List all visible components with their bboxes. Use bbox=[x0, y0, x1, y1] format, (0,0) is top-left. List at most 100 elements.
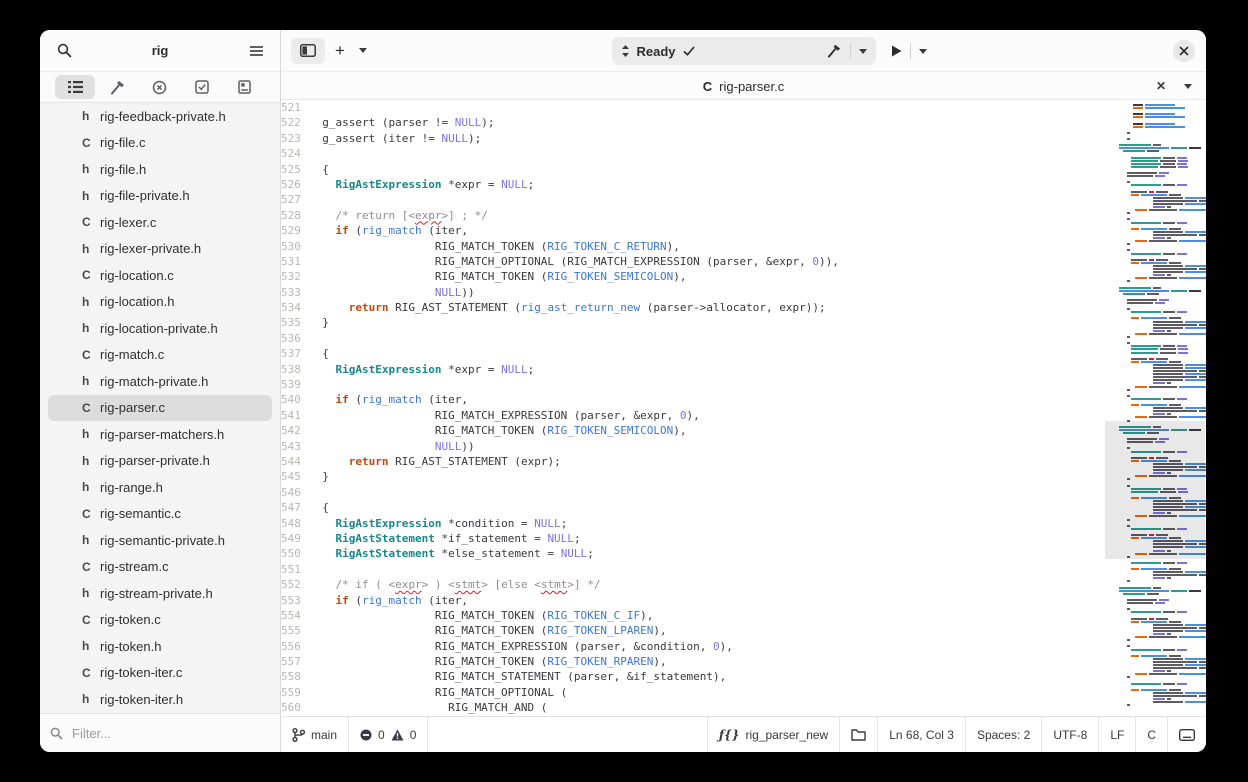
line-number: 525 bbox=[281, 162, 301, 176]
code-line: 535 } bbox=[281, 316, 329, 330]
new-tab-button[interactable]: + bbox=[329, 37, 351, 65]
line-number: 533 bbox=[281, 285, 301, 299]
line-number: 540 bbox=[281, 393, 301, 407]
diagnostics-summary[interactable]: 0 0 bbox=[349, 717, 429, 752]
run-options-caret[interactable] bbox=[919, 48, 927, 54]
cursor-position[interactable]: Ln 68, Col 3 bbox=[877, 717, 965, 752]
panel-tab-build[interactable] bbox=[98, 75, 138, 99]
line-number: 524 bbox=[281, 147, 301, 161]
tab-list-caret[interactable] bbox=[1184, 83, 1192, 89]
minimap-viewport[interactable] bbox=[1105, 421, 1205, 559]
file-item[interactable]: Crig-location.c bbox=[48, 262, 272, 289]
file-name: rig-range.h bbox=[100, 479, 163, 495]
file-item[interactable]: h rig-semantic-private.h bbox=[48, 527, 272, 554]
file-item[interactable]: h rig-location.h bbox=[48, 289, 272, 316]
code-line: 522 g_assert (parser != NULL); bbox=[281, 116, 495, 130]
file-item[interactable]: h rig-file.h bbox=[48, 156, 272, 183]
file-item[interactable]: Crig-match.c bbox=[48, 342, 272, 369]
document-icon bbox=[238, 80, 251, 94]
new-tab-caret-button[interactable] bbox=[355, 37, 371, 65]
line-number: 542 bbox=[281, 424, 301, 438]
chevron-down-icon bbox=[359, 48, 367, 53]
language-setting[interactable]: C bbox=[1135, 717, 1167, 752]
file-item[interactable]: h rig-stream-private.h bbox=[48, 580, 272, 607]
file-name: rig-semantic.c bbox=[100, 506, 181, 522]
panel-tab-tests[interactable] bbox=[182, 75, 222, 99]
code-line: 550 RigAstStatement *else_statement = NU… bbox=[281, 547, 594, 561]
line-ending-setting[interactable]: LF bbox=[1098, 717, 1135, 752]
build-button[interactable] bbox=[827, 44, 842, 58]
file-name: rig-location-private.h bbox=[100, 320, 218, 336]
current-symbol[interactable]: ƒ{} rig_parser_new bbox=[706, 717, 839, 752]
panel-tab-diagnostics[interactable] bbox=[140, 75, 180, 99]
panel-tab-documentation[interactable] bbox=[225, 75, 265, 99]
file-item[interactable]: h rig-token.h bbox=[48, 633, 272, 660]
indentation-setting[interactable]: Spaces: 2 bbox=[964, 717, 1041, 752]
search-button[interactable] bbox=[50, 37, 78, 65]
line-number: 555 bbox=[281, 624, 301, 638]
file-item[interactable]: Crig-semantic.c bbox=[48, 501, 272, 528]
code-line: 544 return RIG_AST_STATEMENT (expr); bbox=[281, 454, 561, 468]
encoding-setting[interactable]: UTF-8 bbox=[1041, 717, 1098, 752]
close-window-button[interactable] bbox=[1173, 40, 1195, 62]
tab-close-button[interactable]: ✕ bbox=[1156, 79, 1166, 93]
code-line: 529 if (rig_match (iter, bbox=[281, 224, 468, 238]
file-item[interactable]: Crig-parser.c bbox=[48, 394, 272, 421]
file-item[interactable]: Crig-lexer.c bbox=[48, 209, 272, 236]
code-line: 551 bbox=[281, 562, 1206, 577]
git-branch-indicator[interactable]: main bbox=[281, 717, 350, 752]
file-name: rig-location.h bbox=[100, 294, 175, 310]
file-item[interactable]: h rig-location-private.h bbox=[48, 315, 272, 342]
code-line: 556 RIG_MATCH_EXPRESSION (parser, &condi… bbox=[281, 639, 733, 653]
file-item[interactable]: h rig-match-private.h bbox=[48, 368, 272, 395]
file-item[interactable]: h rig-range.h bbox=[48, 474, 272, 501]
code-line: 526 RigAstExpression *expr = NULL; bbox=[281, 177, 535, 191]
code-line: 546 bbox=[281, 485, 1206, 500]
code-line: 523 g_assert (iter != NULL); bbox=[281, 131, 482, 145]
panel-tab-project-tree[interactable] bbox=[55, 75, 96, 99]
file-name: rig-location.c bbox=[100, 267, 174, 283]
menu-button[interactable] bbox=[242, 37, 270, 65]
file-name: rig-stream.c bbox=[100, 559, 169, 575]
keyboard-settings-button[interactable] bbox=[1167, 717, 1206, 752]
line-number: 539 bbox=[281, 378, 301, 392]
function-icon: ƒ{} bbox=[718, 727, 740, 742]
divider bbox=[849, 43, 851, 59]
code-editor[interactable]: 521 522 g_assert (parser != NULL); 523 g_a… bbox=[281, 100, 1206, 716]
line-number: 538 bbox=[281, 362, 301, 376]
file-item[interactable]: Crig-stream.c bbox=[48, 554, 272, 581]
filter-input[interactable] bbox=[70, 724, 250, 742]
file-item[interactable]: h rig-feedback-private.h bbox=[48, 103, 272, 130]
sidebar: rig h rig-feedback-private.h C rig-file.… bbox=[40, 30, 280, 752]
code-line: 524 bbox=[281, 146, 1206, 161]
line-number: 527 bbox=[281, 193, 301, 207]
line-number: 547 bbox=[281, 501, 301, 515]
file-item[interactable]: h rig-file-private.h bbox=[48, 183, 272, 210]
keyboard-icon bbox=[1179, 728, 1195, 741]
file-item[interactable]: Crig-token.c bbox=[48, 607, 272, 634]
minimap[interactable] bbox=[1105, 100, 1206, 716]
file-name: rig-file.c bbox=[100, 135, 146, 151]
line-number: 546 bbox=[281, 485, 301, 499]
project-folder-button[interactable] bbox=[839, 717, 877, 752]
run-button[interactable] bbox=[891, 45, 902, 57]
code-line: 547 { bbox=[281, 501, 329, 515]
code-line: 538 RigAstExpression *expr = NULL; bbox=[281, 362, 535, 376]
file-item[interactable]: h rig-parser-matchers.h bbox=[48, 421, 272, 448]
toggle-sidebar-button[interactable] bbox=[291, 37, 325, 64]
c-file-icon: C bbox=[82, 215, 91, 230]
file-item[interactable]: Crig-file.c bbox=[48, 130, 272, 157]
build-options-caret[interactable] bbox=[858, 48, 867, 54]
file-item[interactable]: h rig-parser-private.h bbox=[48, 448, 272, 475]
file-name: rig-lexer.c bbox=[100, 214, 157, 230]
code-line: 531 RIG_MATCH_OPTIONAL (RIG_MATCH_EXPRES… bbox=[281, 254, 839, 268]
omnibar[interactable]: Ready bbox=[611, 37, 876, 65]
file-item[interactable]: Crig-token-iter.c bbox=[48, 660, 272, 687]
tab-open-file[interactable]: C rig-parser.c bbox=[703, 72, 784, 100]
sidebar-panel-switcher bbox=[40, 72, 280, 103]
file-item[interactable]: h rig-token-iter.h bbox=[48, 686, 272, 713]
code-line: 530 RIG_MATCH_TOKEN (RIG_TOKEN_C_RETURN)… bbox=[281, 239, 680, 253]
file-item[interactable]: h rig-lexer-private.h bbox=[48, 236, 272, 263]
updown-selector-icon bbox=[621, 45, 629, 57]
file-name: rig-match-private.h bbox=[100, 373, 209, 389]
